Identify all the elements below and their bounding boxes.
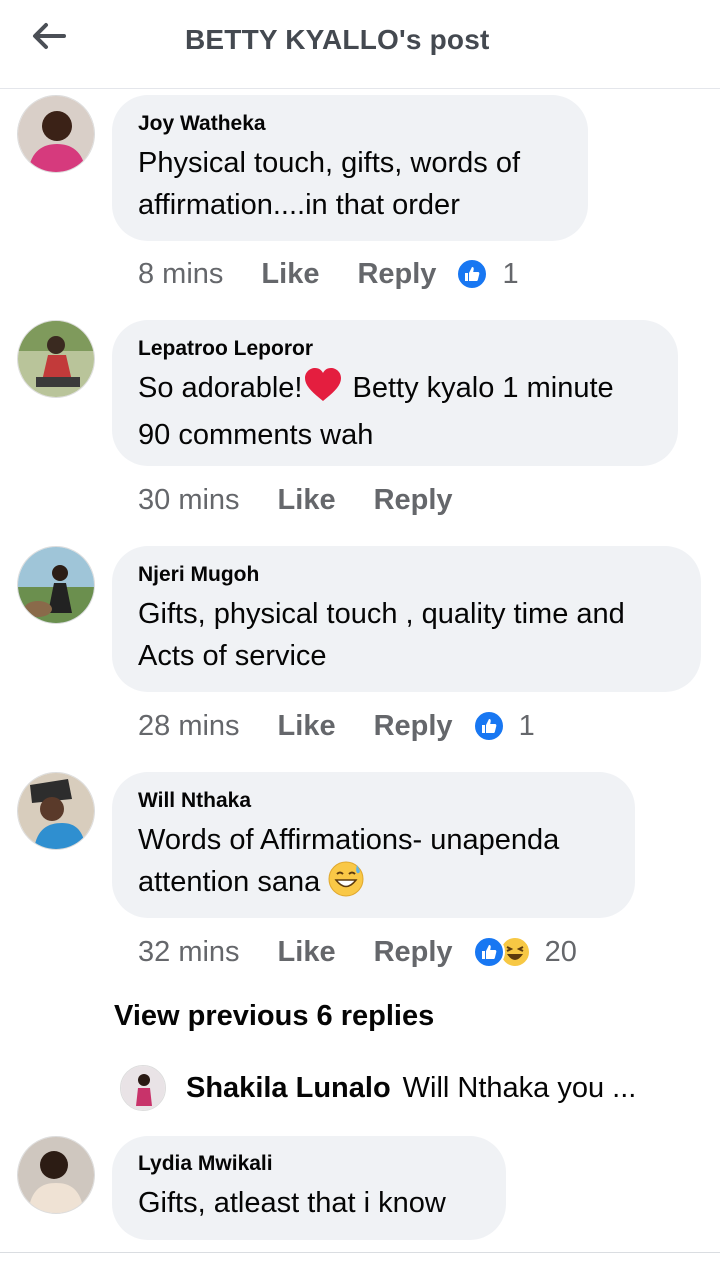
comment-author[interactable]: Will Nthaka (138, 789, 609, 813)
reply-button[interactable]: Reply (374, 710, 453, 743)
nested-reply[interactable]: Shakila Lunalo Will Nthaka you ... (120, 1064, 636, 1112)
page-title: BETTY KYALLO's post (185, 24, 490, 55)
reaction-summary[interactable]: 1 (472, 709, 535, 743)
divider (0, 1252, 720, 1253)
comment-text: So adorable! Betty kyalo 1 minute 90 com… (138, 367, 652, 456)
reply-author[interactable]: Shakila Lunalo (186, 1072, 391, 1105)
grinning-sweat-emoji-icon (328, 861, 364, 909)
comment-time[interactable]: 32 mins (138, 936, 240, 969)
comment-text-line: So adorable! Betty kyalo 1 minute (138, 367, 652, 414)
comment-actions: 28 mins Like Reply 1 (138, 706, 535, 746)
arrow-left-icon (30, 21, 66, 56)
reaction-count: 1 (518, 709, 535, 742)
avatar[interactable] (120, 1065, 166, 1111)
comment-bubble[interactable]: Joy Watheka Physical touch, gifts, words… (112, 95, 588, 241)
comment-text-line: Acts of service (138, 640, 327, 672)
thumbs-up-icon (472, 710, 505, 742)
comment-author[interactable]: Lepatroo Leporor (138, 337, 652, 361)
comment-text-line: affirmation....in that order (138, 189, 460, 221)
comment-bubble[interactable]: Lepatroo Leporor So adorable! Betty kyal… (112, 320, 678, 466)
comment-text-segment: attention sana (138, 866, 329, 898)
comment-text-line: Words of Affirmations- unapenda (138, 824, 560, 856)
comment-actions: 30 mins Like Reply (138, 480, 473, 520)
view-previous-replies-link[interactable]: View previous 6 replies (114, 1000, 434, 1033)
comment-time[interactable]: 8 mins (138, 258, 223, 291)
top-bar: BETTY KYALLO's post (0, 0, 720, 89)
comment-bubble[interactable]: Njeri Mugoh Gifts, physical touch , qual… (112, 546, 701, 692)
comment-text: Gifts, physical touch , quality time and… (138, 593, 675, 677)
comment-bubble[interactable]: Lydia Mwikali Gifts, atleast that i know (112, 1136, 506, 1240)
comment-text-line: attention sana (138, 861, 609, 909)
comment-text: Physical touch, gifts, words of affirmat… (138, 142, 562, 226)
avatar[interactable] (17, 95, 95, 173)
comment-text-line: 90 comments wah (138, 419, 374, 451)
like-button[interactable]: Like (278, 710, 336, 743)
thumbs-up-icon (456, 258, 489, 290)
like-button[interactable]: Like (261, 258, 319, 291)
comment-time[interactable]: 30 mins (138, 484, 240, 517)
reply-text: Will Nthaka you ... (402, 1071, 637, 1104)
back-button[interactable] (26, 18, 70, 58)
reaction-summary[interactable]: 1 (456, 257, 519, 291)
thumbs-up-icon (472, 936, 505, 968)
like-button[interactable]: Like (278, 484, 336, 517)
red-heart-icon (304, 368, 342, 414)
like-button[interactable]: Like (278, 936, 336, 969)
reaction-count: 1 (502, 257, 519, 290)
comment-author[interactable]: Joy Watheka (138, 112, 562, 136)
reaction-summary[interactable]: 20 (472, 935, 577, 969)
comment-text-segment: Betty kyalo 1 minute (344, 372, 614, 404)
comment-author[interactable]: Lydia Mwikali (138, 1152, 480, 1176)
avatar[interactable] (17, 546, 95, 624)
comment-text-line: Physical touch, gifts, words of (138, 147, 520, 179)
comment-text: Gifts, atleast that i know (138, 1187, 446, 1219)
reply-button[interactable]: Reply (374, 936, 453, 969)
comment-text: Words of Affirmations- unapenda attentio… (138, 819, 609, 909)
comment-text-line: Gifts, physical touch , quality time and (138, 598, 625, 630)
avatar[interactable] (17, 772, 95, 850)
avatar[interactable] (17, 320, 95, 398)
comment-author[interactable]: Njeri Mugoh (138, 563, 675, 587)
reaction-count: 20 (544, 935, 577, 968)
comment-bubble[interactable]: Will Nthaka Words of Affirmations- unape… (112, 772, 635, 918)
comment-actions: 32 mins Like Reply 20 (138, 932, 577, 972)
reply-button[interactable]: Reply (374, 484, 453, 517)
comment-text-segment: So adorable! (138, 372, 303, 404)
reply-button[interactable]: Reply (357, 258, 436, 291)
avatar[interactable] (17, 1136, 95, 1214)
comment-actions: 8 mins Like Reply 1 (138, 254, 519, 294)
comment-time[interactable]: 28 mins (138, 710, 240, 743)
